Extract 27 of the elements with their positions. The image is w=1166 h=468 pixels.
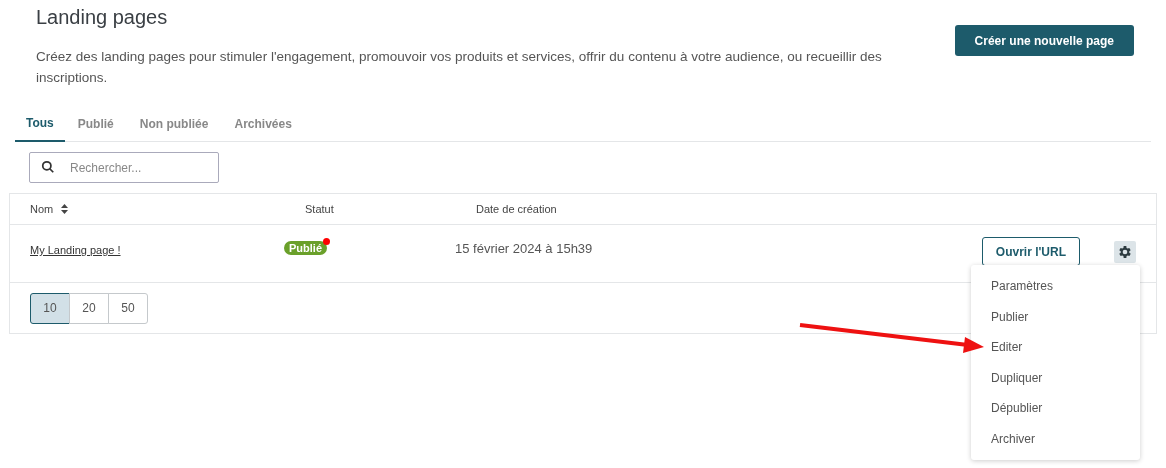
create-page-button[interactable]: Créer une nouvelle page [954,25,1134,56]
search-field[interactable]: Rechercher... [29,152,219,183]
menu-item[interactable]: Paramètres [971,271,1140,302]
page-size-button[interactable]: 20 [69,292,109,324]
tab[interactable]: Non publiée [126,114,222,141]
menu-item[interactable]: Dupliquer [971,362,1140,393]
page-size-button[interactable]: 50 [108,292,148,324]
status-badge: Publié [284,241,327,255]
column-header: Date de création [476,201,558,217]
menu-item[interactable]: Editer [971,332,1140,363]
sort-icon[interactable] [61,204,69,214]
menu-item[interactable]: Archiver [971,423,1140,454]
menu-item[interactable]: Publier [971,301,1140,332]
page-link[interactable]: My Landing page ! [30,242,121,259]
column-header: Statut [305,201,335,217]
tab[interactable]: Tous [15,114,65,142]
page-description: Créez des landing pages pour stimuler l'engagement, promouvoir vos produits et services, offrir du contenu à votre audience, ou recueillir des inscriptions. [36,48,883,87]
page-title: Landing pages [36,5,169,30]
page-size-button[interactable]: 10 [30,292,70,324]
settings-button[interactable] [1114,241,1136,263]
creation-date: 15 février 2024 à 15h39 [455,240,594,258]
menu-item[interactable]: Dépublier [971,393,1140,424]
tab[interactable]: Publié [64,114,127,141]
search-icon [41,160,55,174]
column-header: Nom [30,201,54,217]
tab[interactable]: Archivées [221,114,305,141]
settings-icon [1117,244,1133,260]
